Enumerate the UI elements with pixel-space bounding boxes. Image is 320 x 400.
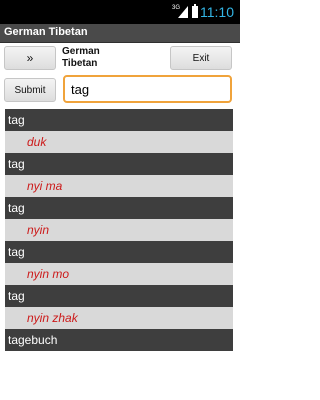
result-translation-row[interactable]: duk bbox=[5, 131, 233, 153]
status-bar: 3G 11:10 bbox=[0, 0, 240, 24]
result-word-row[interactable]: tag bbox=[5, 285, 233, 307]
title-bar: German Tibetan bbox=[0, 24, 240, 43]
result-word-row[interactable]: tag bbox=[5, 241, 233, 263]
result-word-row[interactable]: tag bbox=[5, 153, 233, 175]
app-title: German Tibetan bbox=[4, 26, 88, 38]
result-translation-row[interactable]: nyin zhak bbox=[5, 307, 233, 329]
result-translation-row[interactable]: nyin bbox=[5, 219, 233, 241]
language-direction-label: German Tibetan bbox=[62, 46, 100, 70]
result-word-row[interactable]: tagebuch bbox=[5, 329, 233, 351]
results-list[interactable]: tag duk tag nyi ma tag nyin tag nyin mo tag nyin … bbox=[5, 109, 233, 351]
exit-button[interactable]: Exit bbox=[170, 46, 232, 70]
language-line-source: German bbox=[62, 46, 100, 57]
submit-button[interactable]: Submit bbox=[4, 78, 56, 102]
result-word-row[interactable]: tag bbox=[5, 109, 233, 131]
signal-strength-icon bbox=[178, 6, 188, 18]
result-translation-row[interactable]: nyi ma bbox=[5, 175, 233, 197]
result-translation-row[interactable]: nyin mo bbox=[5, 263, 233, 285]
result-word-row[interactable]: tag bbox=[5, 197, 233, 219]
status-clock: 11:10 bbox=[200, 4, 234, 20]
swap-language-button[interactable]: » bbox=[4, 46, 56, 70]
battery-icon bbox=[192, 4, 198, 18]
search-input[interactable] bbox=[63, 75, 232, 103]
language-line-target: Tibetan bbox=[62, 58, 98, 69]
